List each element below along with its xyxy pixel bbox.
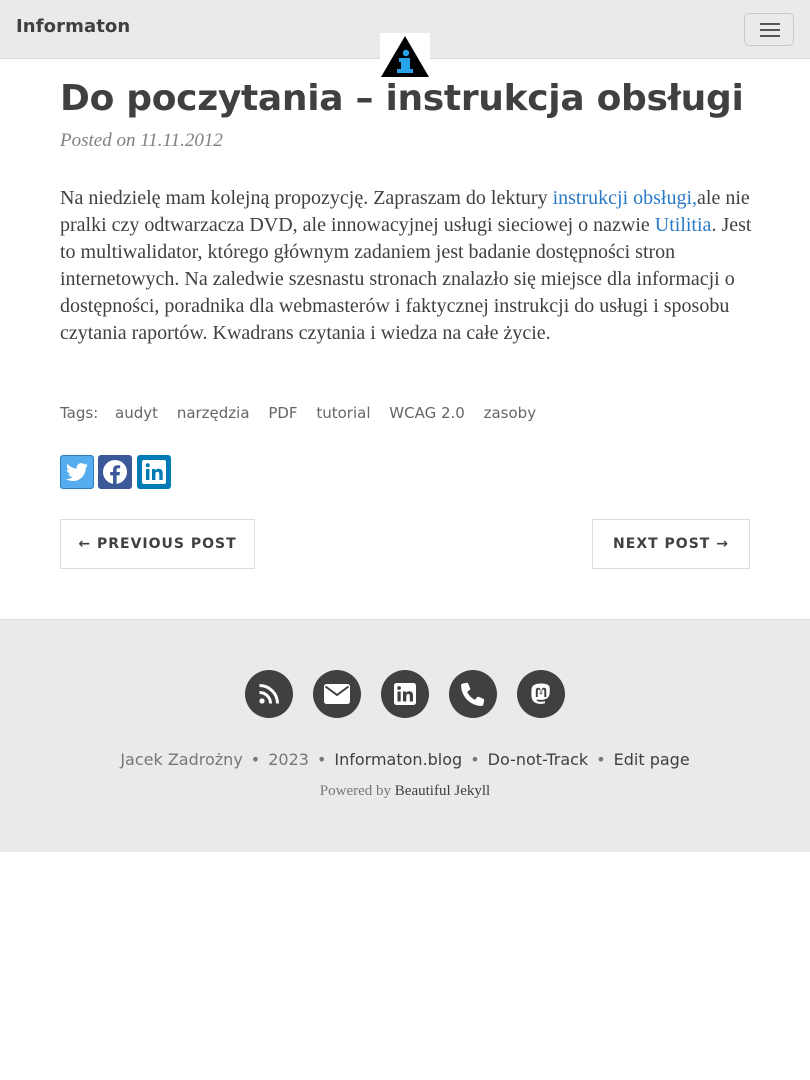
envelope-icon bbox=[324, 684, 350, 704]
share-facebook-button[interactable] bbox=[98, 455, 132, 489]
tag-link[interactable]: tutorial bbox=[316, 404, 370, 422]
tags-list: Tags: audyt narzędzia PDF tutorial WCAG … bbox=[60, 404, 536, 422]
next-post-button[interactable]: NEXT POST → bbox=[592, 519, 750, 569]
email-link[interactable] bbox=[313, 670, 361, 718]
tag-link[interactable]: PDF bbox=[268, 404, 297, 422]
post-title: Do poczytania – instrukcja obsługi bbox=[60, 78, 744, 119]
tag-link[interactable]: audyt bbox=[115, 404, 158, 422]
linkedin-link[interactable] bbox=[381, 670, 429, 718]
separator: • bbox=[316, 750, 327, 769]
linkedin-icon bbox=[394, 683, 416, 705]
share-twitter-button[interactable] bbox=[60, 455, 94, 489]
mastodon-icon bbox=[531, 683, 550, 704]
tag-link[interactable]: WCAG 2.0 bbox=[389, 404, 465, 422]
beautiful-jekyll-link[interactable]: Beautiful Jekyll bbox=[395, 783, 490, 799]
facebook-icon bbox=[98, 455, 132, 489]
site-logo[interactable] bbox=[380, 33, 430, 78]
tag-link[interactable]: narzędzia bbox=[177, 404, 250, 422]
rss-icon bbox=[259, 684, 279, 704]
separator: • bbox=[596, 750, 606, 769]
powered-by-label: Powered by bbox=[319, 783, 395, 799]
separator: • bbox=[470, 750, 480, 769]
site-brand-link[interactable]: Informaton bbox=[16, 16, 130, 37]
powered-by: Powered by Beautiful Jekyll bbox=[0, 783, 810, 800]
post-text: Na niedzielę mam kolejną propozycję. Zap… bbox=[60, 187, 553, 209]
copyright-year: 2023 bbox=[268, 750, 309, 769]
share-linkedin-button[interactable] bbox=[137, 455, 171, 489]
instruction-link[interactable]: instrukcji obsługi, bbox=[553, 187, 697, 209]
tag-link[interactable]: zasoby bbox=[484, 404, 536, 422]
separator: • bbox=[250, 750, 261, 769]
phone-icon bbox=[461, 682, 485, 706]
phone-link[interactable] bbox=[449, 670, 497, 718]
edit-page-link[interactable]: Edit page bbox=[614, 750, 690, 769]
footer: Jacek Zadrożny • 2023 • Informaton.blog • Do-n… bbox=[0, 619, 810, 852]
hamburger-menu-button[interactable] bbox=[744, 13, 794, 46]
utilitia-link[interactable]: Utilitia bbox=[655, 214, 712, 236]
previous-post-button[interactable]: ← PREVIOUS POST bbox=[60, 519, 255, 569]
do-not-track-link[interactable]: Do-not-Track bbox=[488, 750, 589, 769]
linkedin-icon bbox=[137, 455, 171, 489]
hamburger-menu-icon bbox=[760, 23, 780, 25]
footer-credits: Jacek Zadrożny • 2023 • Informaton.blog • Do-n… bbox=[0, 750, 810, 769]
tags-label: Tags: bbox=[60, 404, 99, 422]
rss-link[interactable] bbox=[245, 670, 293, 718]
mastodon-link[interactable] bbox=[517, 670, 565, 718]
twitter-icon bbox=[60, 455, 94, 489]
post-body: Na niedzielę mam kolejną propozycję. Zap… bbox=[60, 185, 760, 347]
hamburger-menu-icon-bar bbox=[760, 35, 780, 37]
author-name: Jacek Zadrożny bbox=[120, 750, 243, 769]
site-link[interactable]: Informaton.blog bbox=[334, 750, 462, 769]
post-date: Posted on 11.11.2012 bbox=[60, 130, 223, 151]
info-triangle-logo bbox=[381, 36, 429, 77]
hamburger-menu-icon-bar bbox=[760, 29, 780, 31]
